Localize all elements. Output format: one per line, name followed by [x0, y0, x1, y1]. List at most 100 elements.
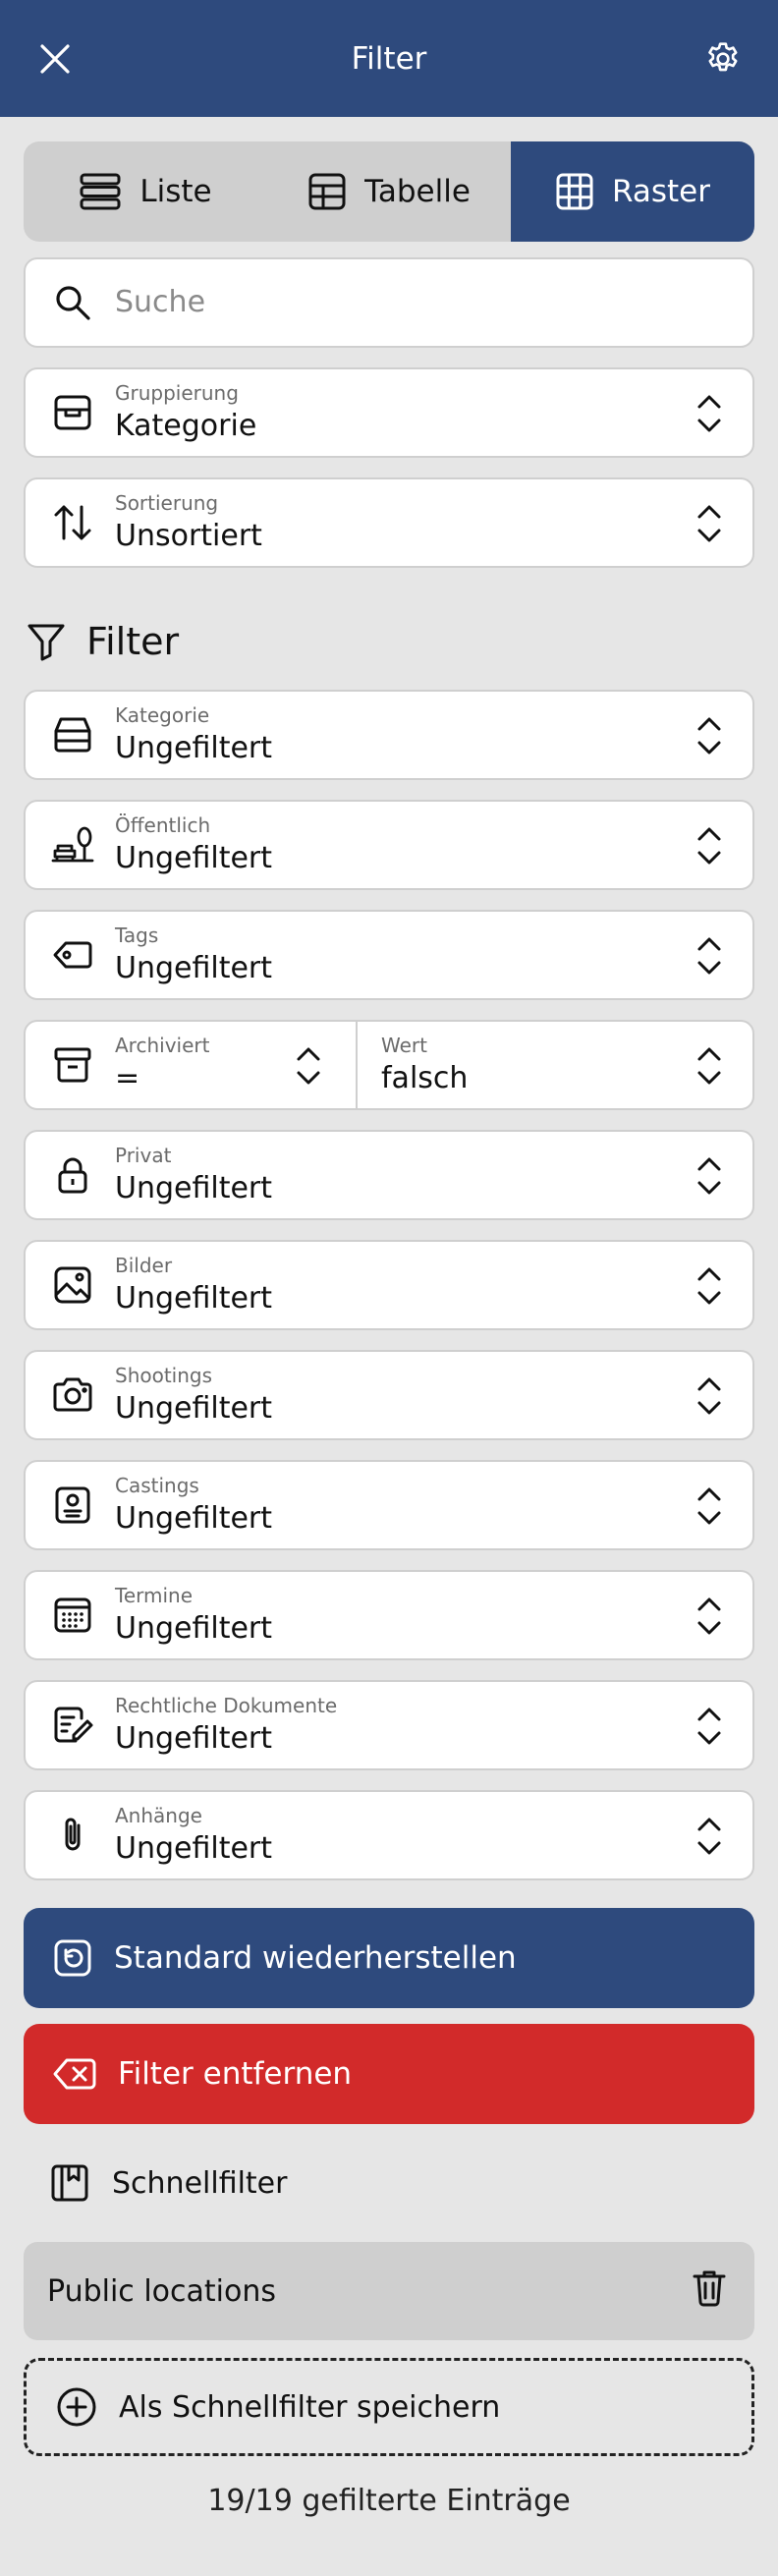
sorting-select[interactable]: Sortierung Unsortiert [24, 477, 754, 568]
field-label: Rechtliche Dokumente [115, 1694, 338, 1717]
search-input[interactable]: Suche [115, 285, 205, 319]
field-value: Ungefiltert [115, 1391, 273, 1426]
drawer-icon [51, 713, 94, 756]
field-label: Anhänge [115, 1804, 202, 1827]
restore-defaults-button[interactable]: Standard wiederherstellen [24, 1908, 754, 2008]
chevron-up-down-icon [697, 1157, 721, 1195]
funnel-icon [28, 624, 65, 661]
view-switch: Liste Tabelle Raster [24, 141, 754, 242]
chevron-up-down-icon [697, 717, 721, 755]
view-option-grid[interactable]: Raster [511, 141, 754, 242]
calendar-icon [51, 1594, 94, 1637]
field-label: Archiviert [115, 1034, 210, 1057]
bookmark-book-icon [51, 2164, 88, 2202]
filter-rechtliche-dokumente[interactable]: Rechtliche Dokumente Ungefiltert [24, 1680, 754, 1770]
archived-operator-select[interactable]: Archiviert = [26, 1022, 358, 1108]
settings-button[interactable] [688, 24, 758, 94]
field-label: Castings [115, 1474, 199, 1497]
chevron-up-down-icon [697, 505, 721, 542]
view-option-label: Tabelle [364, 174, 471, 209]
list-icon [80, 173, 121, 210]
filter-title-text: Filter [86, 620, 180, 663]
chevron-up-down-icon [697, 395, 721, 432]
field-label: Wert [381, 1034, 427, 1057]
filter-oeffentlich[interactable]: Öffentlich Ungefiltert [24, 800, 754, 890]
field-label: Gruppierung [115, 381, 239, 405]
field-label: Tags [115, 924, 159, 947]
save-quick-filter-label: Als Schnellfilter speichern [119, 2389, 501, 2425]
app-header: Filter [0, 0, 778, 117]
close-button[interactable] [20, 24, 90, 94]
view-option-list[interactable]: Liste [24, 141, 267, 242]
chevron-up-down-icon [697, 937, 721, 975]
paperclip-icon [51, 1814, 94, 1857]
trash-icon [693, 2270, 726, 2307]
park-bench-icon [51, 823, 94, 867]
field-label: Termine [115, 1584, 194, 1607]
chevron-up-down-icon [697, 1597, 721, 1635]
filter-kategorie[interactable]: Kategorie Ungefiltert [24, 690, 754, 780]
quick-filter-title: Schnellfilter [112, 2165, 288, 2201]
lock-icon [51, 1153, 94, 1197]
field-value: Kategorie [115, 409, 257, 443]
chevron-up-down-icon [697, 1708, 721, 1745]
field-value: Ungefiltert [115, 951, 273, 985]
filter-bilder[interactable]: Bilder Ungefiltert [24, 1240, 754, 1330]
clear-icon [53, 2058, 96, 2090]
save-quick-filter-button[interactable]: Als Schnellfilter speichern [24, 2358, 754, 2456]
filter-castings[interactable]: Castings Ungefiltert [24, 1460, 754, 1550]
field-value: Ungefiltert [115, 1831, 273, 1866]
field-label: Shootings [115, 1364, 213, 1387]
chevron-up-down-icon [697, 1047, 721, 1085]
field-label: Bilder [115, 1254, 173, 1277]
field-label: Kategorie [115, 703, 210, 727]
document-edit-icon [51, 1704, 94, 1747]
image-icon [51, 1263, 94, 1307]
field-value: Unsortiert [115, 519, 262, 553]
table-icon [308, 173, 346, 210]
field-value: Ungefiltert [115, 1281, 273, 1316]
chevron-up-down-icon [697, 1487, 721, 1525]
grid-icon [556, 173, 593, 210]
field-label: Öffentlich [115, 813, 211, 837]
chevron-up-down-icon [697, 1818, 721, 1855]
search-field[interactable]: Suche [24, 257, 754, 348]
view-option-table[interactable]: Tabelle [267, 141, 511, 242]
grouping-select[interactable]: Gruppierung Kategorie [24, 367, 754, 458]
filter-shootings[interactable]: Shootings Ungefiltert [24, 1350, 754, 1440]
chevron-up-down-icon [697, 1377, 721, 1415]
id-badge-icon [51, 1484, 94, 1527]
view-option-label: Liste [139, 174, 212, 209]
field-value: Ungefiltert [115, 841, 273, 875]
view-option-label: Raster [612, 174, 710, 209]
camera-icon [51, 1373, 94, 1417]
gear-icon [708, 42, 738, 72]
sort-arrows-icon [51, 501, 94, 544]
remove-filter-button[interactable]: Filter entfernen [24, 2024, 754, 2124]
search-icon [51, 281, 94, 324]
filter-tags[interactable]: Tags Ungefiltert [24, 910, 754, 1000]
tag-icon [51, 933, 94, 977]
field-value: Ungefiltert [115, 1721, 273, 1756]
restore-icon [54, 1939, 91, 1977]
chevron-up-down-icon [297, 1047, 320, 1085]
field-value: Ungefiltert [115, 1611, 273, 1646]
quick-filter-section-title: Schnellfilter [49, 2156, 287, 2211]
field-value: = [115, 1061, 140, 1095]
quick-filter-item[interactable]: Public locations [24, 2242, 754, 2340]
archived-value-select[interactable]: Wert falsch [358, 1022, 752, 1108]
field-value: Ungefiltert [115, 731, 273, 765]
page-title: Filter [351, 40, 427, 77]
delete-quick-filter-button[interactable] [690, 2268, 729, 2315]
field-value: Ungefiltert [115, 1501, 273, 1536]
archive-box-icon [51, 1043, 94, 1087]
remove-filter-label: Filter entfernen [118, 2056, 353, 2092]
filter-privat[interactable]: Privat Ungefiltert [24, 1130, 754, 1220]
chevron-up-down-icon [697, 1267, 721, 1305]
chevron-up-down-icon [697, 827, 721, 865]
field-label: Privat [115, 1144, 172, 1167]
filtered-count: 19/19 gefilterte Einträge [207, 2484, 571, 2518]
filter-termine[interactable]: Termine Ungefiltert [24, 1570, 754, 1660]
filter-section-title: Filter [26, 617, 179, 666]
filter-anhaenge[interactable]: Anhänge Ungefiltert [24, 1790, 754, 1880]
